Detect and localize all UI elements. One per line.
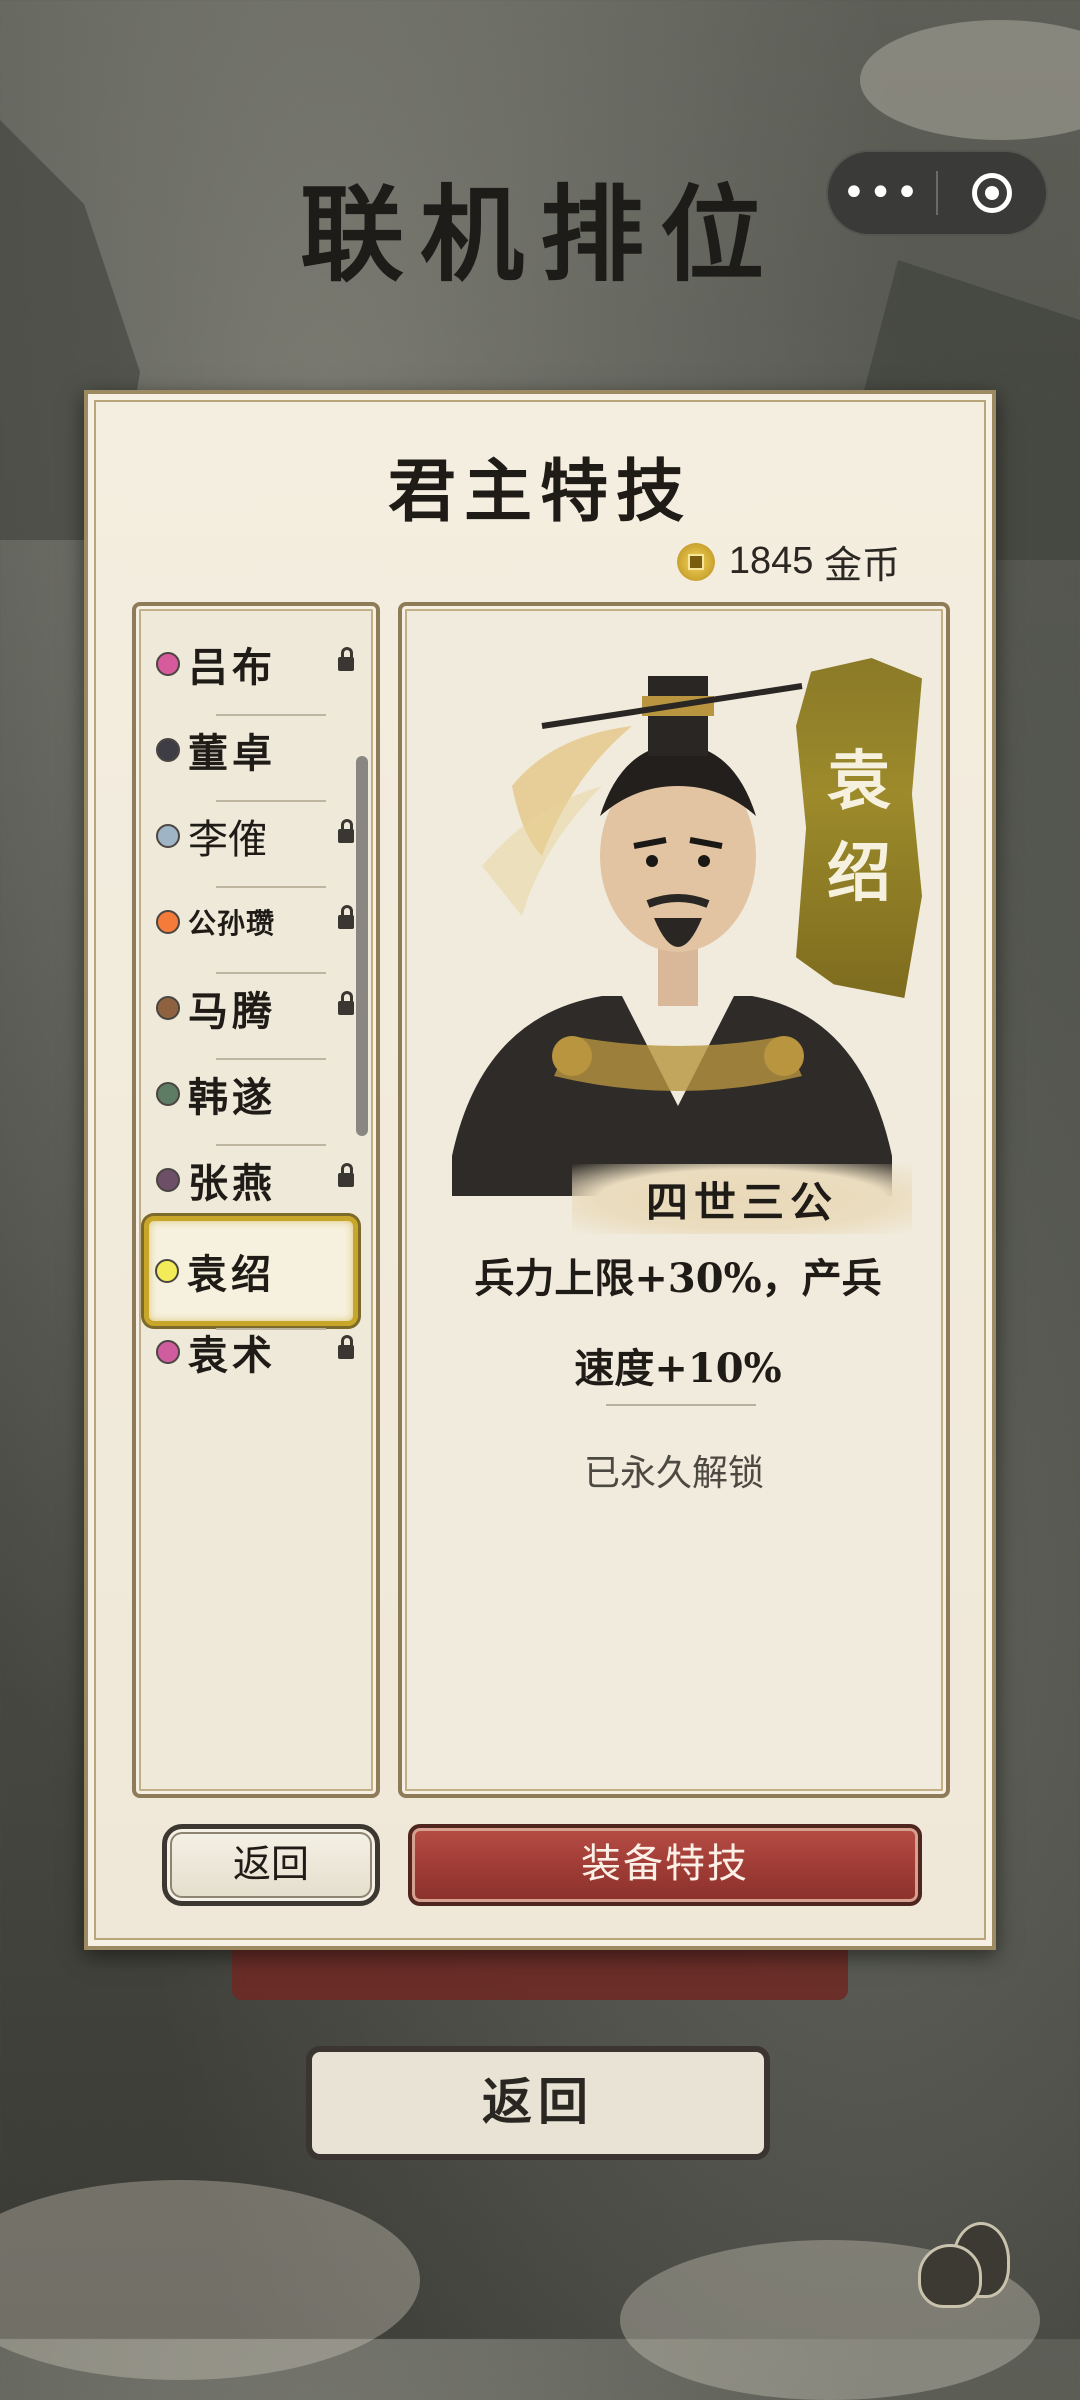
lord-item[interactable]: 韩遂 xyxy=(150,1044,364,1144)
lord-item[interactable]: 张燕 xyxy=(150,1130,364,1230)
lord-name: 吕布 xyxy=(188,644,276,691)
skill-description: 兵力上限+30%，产兵 速度+10% xyxy=(422,1234,934,1414)
lord-color-dot xyxy=(156,652,180,676)
coin-unit: 金币 xyxy=(823,545,900,587)
coin-balance: 1845 金币 xyxy=(676,534,900,589)
lord-name-char: 绍 xyxy=(827,836,891,911)
lord-name: 张燕 xyxy=(188,1160,276,1207)
lock-icon xyxy=(338,991,354,1017)
lord-item[interactable]: 李傕 xyxy=(150,786,364,886)
lord-name: 公孙瓒 xyxy=(188,907,276,940)
close-button[interactable] xyxy=(938,173,1046,213)
background-red-bar xyxy=(232,1950,848,2000)
lord-name: 韩遂 xyxy=(188,1074,276,1121)
lord-item[interactable]: 袁术 xyxy=(150,1302,364,1402)
equip-skill-button[interactable]: 装备特技 xyxy=(408,1824,922,1906)
lord-color-dot xyxy=(156,1168,180,1192)
lord-color-dot xyxy=(156,1082,180,1106)
lord-color-dot xyxy=(155,1259,179,1283)
lord-name: 李傕 xyxy=(188,817,268,863)
lord-color-dot xyxy=(156,996,180,1020)
unlock-status: 已永久解锁 xyxy=(583,1453,764,1494)
lord-color-dot xyxy=(156,824,180,848)
lord-list[interactable]: 吕布 董卓 李傕 公孙瓒 马腾 韩遂 张燕 袁绍 袁术 xyxy=(132,602,380,1798)
mini-program-capsule: ••• xyxy=(826,150,1048,236)
lord-item[interactable]: 吕布 xyxy=(150,614,364,714)
lord-item[interactable]: 马腾 xyxy=(150,958,364,1058)
lord-item[interactable]: 董卓 xyxy=(150,700,364,800)
lock-icon xyxy=(338,1163,354,1189)
lord-detail-card: 袁 绍 四世三公 兵力上限+30%，产兵 速度+10% 已永久解锁 xyxy=(398,602,950,1798)
coin-amount: 1845 xyxy=(728,540,814,582)
lord-name: 袁术 xyxy=(188,1332,276,1379)
lock-icon xyxy=(338,819,354,845)
lord-name-char: 袁 xyxy=(827,744,891,819)
more-dots-icon[interactable]: ••• xyxy=(828,170,936,216)
lord-name: 董卓 xyxy=(188,730,276,777)
bg-cloud xyxy=(860,20,1080,140)
lock-icon xyxy=(338,647,354,673)
description-divider xyxy=(606,1404,756,1406)
bg-cloud xyxy=(0,2180,420,2380)
lord-color-dot xyxy=(156,1340,180,1364)
lord-item[interactable]: 公孙瓒 xyxy=(150,872,364,972)
lord-name: 袁绍 xyxy=(187,1251,275,1298)
panel-title: 君主特技 xyxy=(387,452,692,532)
lord-name: 马腾 xyxy=(188,988,276,1035)
background-return-button[interactable]: 返回 xyxy=(306,2046,770,2160)
target-circle-icon xyxy=(972,173,1012,213)
back-button[interactable]: 返回 xyxy=(162,1824,380,1906)
skill-description-line: 速度+10% xyxy=(574,1345,782,1392)
lord-name-banner: 袁 绍 xyxy=(796,658,922,998)
lord-color-dot xyxy=(156,738,180,762)
community-icon[interactable] xyxy=(918,2222,1010,2308)
list-scrollbar[interactable] xyxy=(356,756,368,1136)
skill-name: 四世三公 xyxy=(572,1164,912,1234)
lord-color-dot xyxy=(156,910,180,934)
lock-icon xyxy=(338,905,354,931)
skill-description-line: 兵力上限+30%，产兵 xyxy=(474,1255,882,1302)
coin-icon xyxy=(676,542,715,581)
lock-icon xyxy=(338,1335,354,1361)
lord-skill-panel: 君主特技 1845 金币 吕布 董卓 李傕 公孙瓒 马腾 韩遂 张燕 袁绍 袁术… xyxy=(84,390,996,1950)
